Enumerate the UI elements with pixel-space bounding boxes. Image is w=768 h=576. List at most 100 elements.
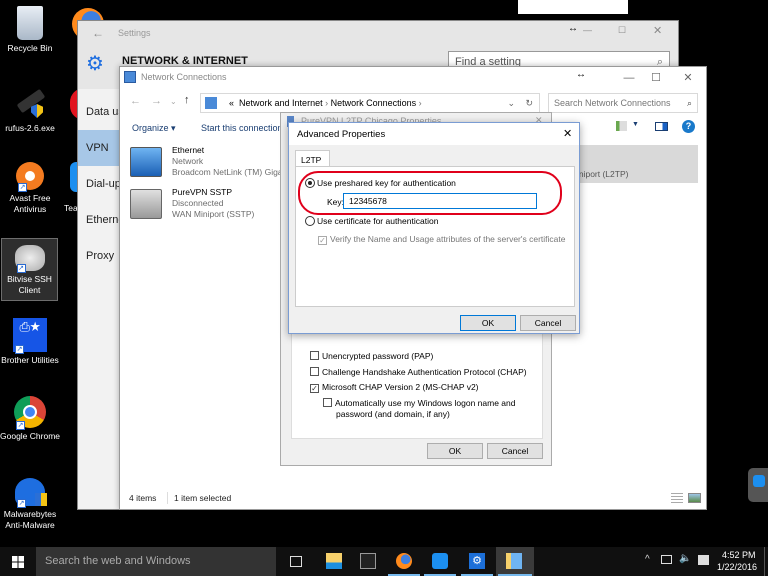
- taskbar-settings[interactable]: ⚙: [459, 547, 495, 576]
- action-center-icon[interactable]: [698, 555, 709, 565]
- organize-menu[interactable]: Organize ▾: [132, 123, 176, 134]
- close-button[interactable]: ✕: [672, 67, 704, 89]
- checkbox-box[interactable]: [310, 351, 319, 360]
- start-button[interactable]: [0, 547, 38, 576]
- checkbox-box[interactable]: [323, 398, 332, 407]
- radio-unselected[interactable]: [305, 216, 315, 226]
- malwarebytes-icon: ↗: [15, 478, 47, 508]
- volume-icon[interactable]: 🔈: [679, 553, 691, 564]
- nav-data-usage[interactable]: Data usage: [78, 94, 123, 130]
- nav-vpn[interactable]: VPN: [78, 130, 123, 166]
- teamviewer-side-panel[interactable]: [748, 468, 768, 502]
- clock-date[interactable]: 1/22/2016: [717, 562, 757, 572]
- taskbar-network-connections[interactable]: [496, 547, 534, 576]
- desktop-icon-rufus[interactable]: rufus-2.6.exe: [0, 86, 60, 134]
- up-button[interactable]: ↑: [184, 94, 190, 106]
- taskbar-teamviewer[interactable]: [422, 547, 458, 576]
- checkbox-label: Verify the Name and Usage attributes of …: [330, 234, 566, 244]
- desktop-icon-avast[interactable]: ↗ Avast Free Antivirus: [0, 162, 60, 215]
- minimize-button[interactable]: —: [583, 25, 592, 35]
- background-window-edge: [518, 0, 628, 14]
- desktop-icon-malwarebytes[interactable]: ↗ Malwarebytes Anti-Malware: [0, 478, 60, 531]
- maximize-button[interactable]: ☐: [618, 25, 626, 36]
- close-button[interactable]: ✕: [563, 127, 572, 140]
- preshared-key-radio[interactable]: Use preshared key for authentication: [305, 178, 456, 189]
- preview-pane-icon[interactable]: [655, 122, 668, 131]
- show-desktop-button[interactable]: [764, 547, 768, 576]
- breadcrumb-overflow[interactable]: «: [229, 98, 234, 108]
- back-button[interactable]: ←: [130, 95, 141, 107]
- connection-name: Ethernet: [172, 145, 205, 155]
- resize-cursor-icon: ↔: [576, 69, 586, 80]
- nav-proxy[interactable]: Proxy: [78, 238, 123, 274]
- taskbar-cmd[interactable]: [350, 547, 386, 576]
- desktop-icon-recycle-bin[interactable]: Recycle Bin: [0, 6, 60, 54]
- desktop-icon-label: Recycle Bin: [7, 43, 53, 53]
- checkbox-label: Challenge Handshake Authentication Proto…: [322, 367, 527, 377]
- search-network-connections[interactable]: Search Network Connections ⌕: [548, 93, 698, 113]
- resize-cursor-icon: ↔: [568, 23, 578, 34]
- desktop-icon-label: Malwarebytes Anti-Malware: [3, 509, 57, 530]
- large-icons-view-icon[interactable]: [688, 493, 701, 503]
- desktop-icon-bitvise[interactable]: ↗ Bitvise SSH Client: [1, 238, 58, 301]
- teamviewer-icon: [432, 553, 448, 569]
- checkbox-checked[interactable]: ✓: [310, 384, 319, 393]
- desktop-icon-label: Google Chrome: [0, 431, 61, 441]
- bitvise-icon: ↗: [14, 245, 45, 273]
- details-view-icon[interactable]: [671, 493, 683, 503]
- breadcrumb-network-and-internet[interactable]: Network and Internet: [239, 98, 323, 108]
- taskbar: Search the web and Windows ⚙ ^ 🔈 4:52 PM…: [0, 547, 768, 576]
- status-divider: [167, 492, 168, 504]
- close-button[interactable]: ✕: [653, 24, 662, 37]
- desktop-icon-chrome[interactable]: ↗ Google Chrome: [0, 396, 60, 442]
- taskbar-search-box[interactable]: Search the web and Windows: [36, 547, 276, 576]
- checkbox-label-continued: password (and domain, if any): [336, 409, 450, 419]
- connection-device: Broadcom NetLink (TM) Gigabit Ethernet: [172, 167, 290, 177]
- ok-button[interactable]: OK: [427, 443, 483, 459]
- maximize-button[interactable]: ☐: [640, 67, 672, 89]
- address-dropdown-icon[interactable]: ⌄: [507, 94, 515, 112]
- checkbox-label: Microsoft CHAP Version 2 (MS-CHAP v2): [322, 382, 479, 392]
- connection-device: WAN Miniport (SSTP): [172, 209, 255, 219]
- cancel-button[interactable]: Cancel: [520, 315, 576, 331]
- clock-time[interactable]: 4:52 PM: [722, 550, 756, 560]
- advanced-properties-dialog: Advanced Properties ✕ L2TP Use preshared…: [288, 122, 580, 334]
- taskbar-firefox[interactable]: [386, 547, 422, 576]
- connection-status: Disconnected: [172, 198, 224, 208]
- recent-dropdown[interactable]: ⌄: [170, 97, 177, 106]
- back-arrow-icon[interactable]: ←: [78, 26, 118, 40]
- network-icon[interactable]: [661, 555, 672, 564]
- auto-logon-checkbox[interactable]: Automatically use my Windows logon name …: [323, 398, 515, 409]
- cancel-button[interactable]: Cancel: [487, 443, 543, 459]
- checkbox-box[interactable]: [310, 367, 319, 376]
- pap-checkbox[interactable]: Unencrypted password (PAP): [310, 351, 433, 362]
- chap-checkbox[interactable]: Challenge Handshake Authentication Proto…: [310, 367, 527, 378]
- teamviewer-icon: [753, 475, 765, 487]
- start-connection-button[interactable]: Start this connection: [201, 123, 281, 133]
- task-view-button[interactable]: [278, 547, 314, 576]
- address-bar[interactable]: « Network and Internet › Network Connect…: [200, 93, 540, 113]
- key-input[interactable]: 12345678: [343, 193, 537, 209]
- radio-label: Use certificate for authentication: [317, 216, 439, 226]
- tab-l2tp[interactable]: L2TP: [295, 150, 330, 167]
- refresh-icon[interactable]: ↻: [525, 94, 533, 112]
- forward-button[interactable]: →: [151, 95, 162, 107]
- breadcrumb-network-connections[interactable]: Network Connections: [331, 98, 417, 108]
- ok-button[interactable]: OK: [460, 315, 516, 331]
- view-dropdown-icon[interactable]: ▼: [632, 121, 639, 128]
- checkbox-label: Automatically use my Windows logon name …: [335, 398, 516, 408]
- certificate-radio[interactable]: Use certificate for authentication: [305, 216, 438, 227]
- change-view-icon[interactable]: [616, 121, 627, 131]
- nav-dial-up[interactable]: Dial-up: [78, 166, 123, 202]
- help-icon[interactable]: ?: [682, 120, 695, 133]
- desktop-icon-brother[interactable]: ⎙★ ↗ Brother Utilities: [0, 318, 60, 366]
- show-hidden-icons[interactable]: ^: [645, 554, 650, 565]
- settings-nav: Data usage VPN Dial-up Ethernet Proxy: [78, 89, 123, 509]
- taskbar-file-explorer[interactable]: [316, 547, 352, 576]
- radio-selected[interactable]: [305, 178, 315, 188]
- item-count: 4 items: [129, 493, 157, 503]
- search-placeholder: Search Network Connections: [554, 98, 671, 108]
- nav-ethernet[interactable]: Ethernet: [78, 202, 123, 238]
- vpn-adapter-icon: [130, 189, 162, 219]
- mschapv2-checkbox[interactable]: ✓ Microsoft CHAP Version 2 (MS-CHAP v2): [310, 382, 479, 393]
